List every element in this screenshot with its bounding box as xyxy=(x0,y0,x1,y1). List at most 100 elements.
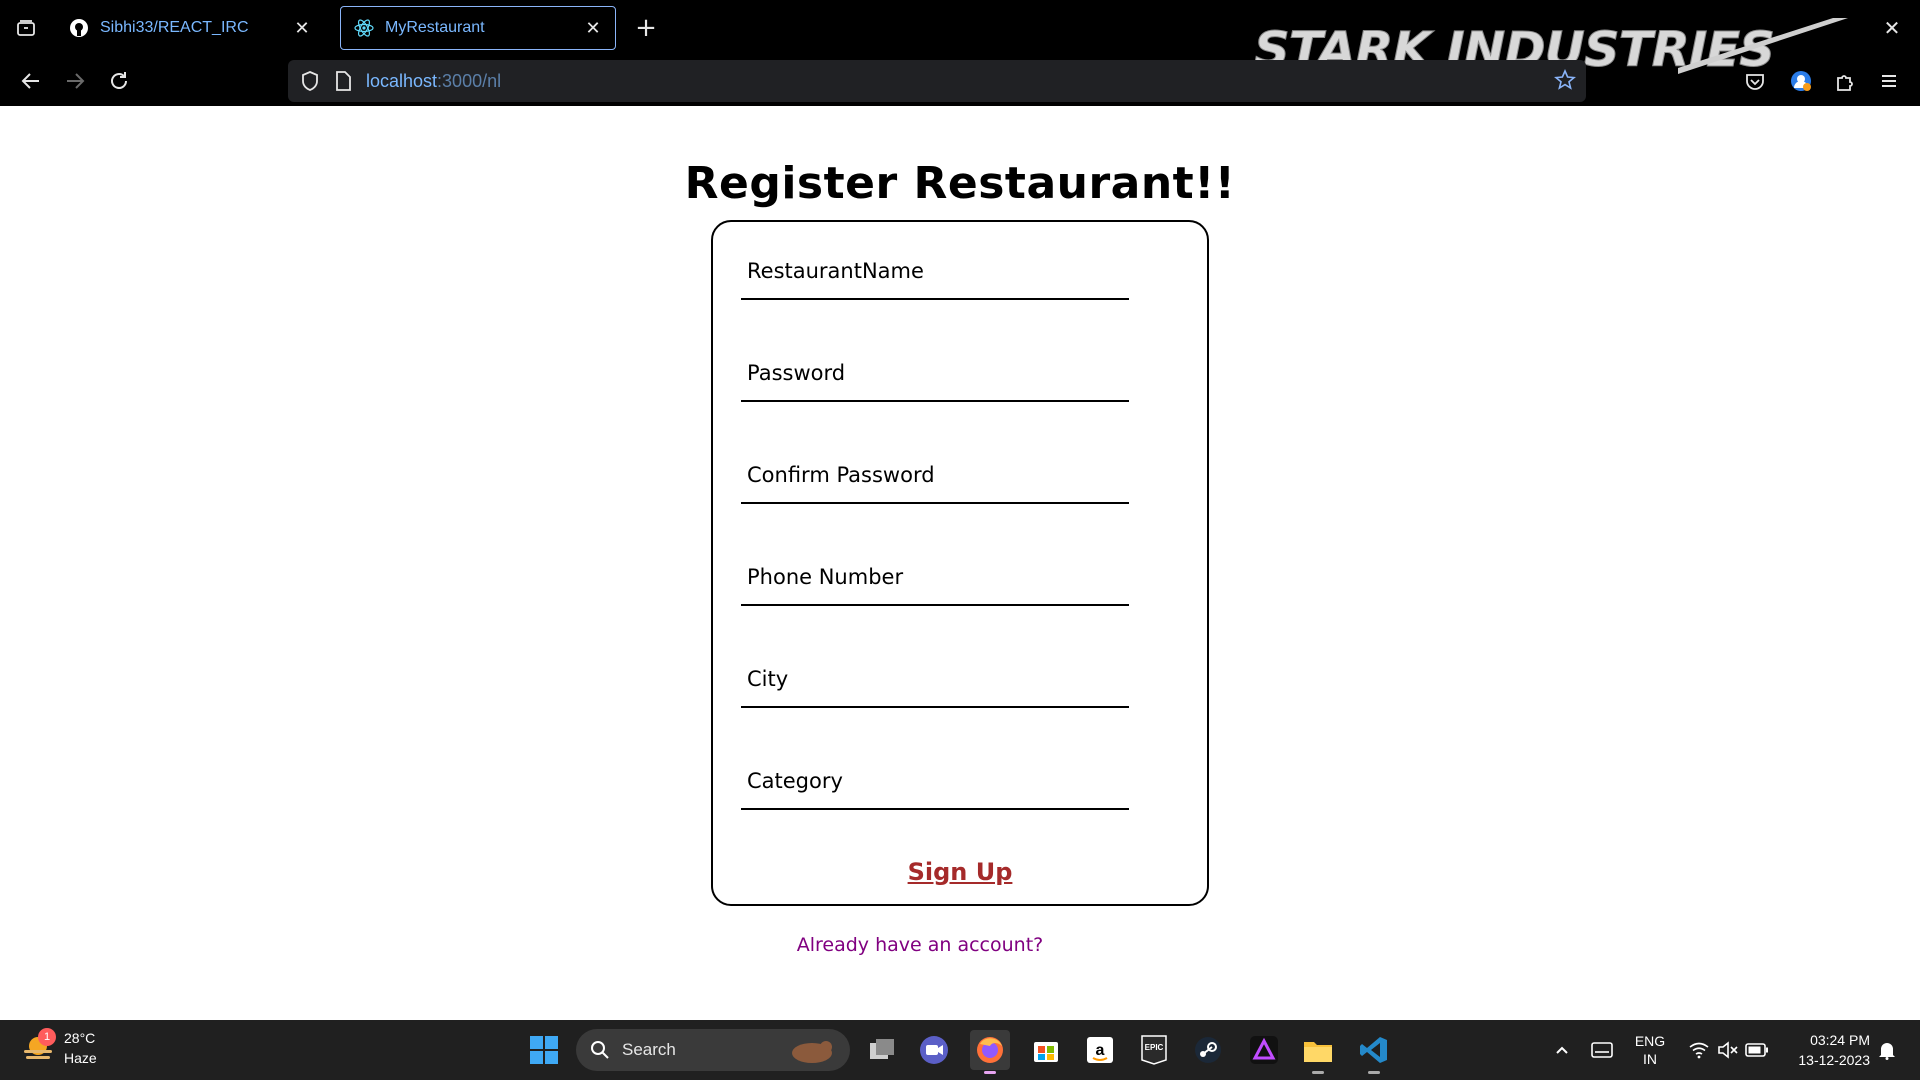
notifications-button[interactable] xyxy=(1872,1020,1902,1080)
plus-icon: + xyxy=(635,13,657,43)
phone-number-field[interactable] xyxy=(741,546,1129,606)
tab-tray-icon xyxy=(17,20,35,36)
notification-badge: 1 xyxy=(38,1028,56,1046)
shield-icon[interactable] xyxy=(300,70,320,96)
keyboard-icon xyxy=(1591,1042,1613,1058)
folder-icon xyxy=(1304,1042,1332,1062)
store-icon xyxy=(1034,1042,1058,1062)
triangle-app-icon xyxy=(1250,1036,1278,1064)
sign-up-button[interactable]: Sign Up xyxy=(908,858,1013,886)
bookmark-star-icon[interactable] xyxy=(1554,68,1576,95)
category-input[interactable] xyxy=(741,762,1129,800)
react-icon xyxy=(353,17,375,39)
vscode-button[interactable] xyxy=(1354,1030,1394,1074)
clock-time: 03:24 PM xyxy=(1810,1032,1870,1048)
back-button[interactable] xyxy=(12,62,50,100)
reload-button[interactable] xyxy=(100,62,138,100)
category-field[interactable] xyxy=(741,750,1129,810)
weather-temperature: 28°C xyxy=(64,1030,96,1046)
tab-title: MyRestaurant xyxy=(385,19,485,36)
running-indicator xyxy=(1312,1071,1324,1074)
start-button[interactable] xyxy=(524,1030,564,1070)
search-label: Search xyxy=(622,1040,676,1059)
steam-button[interactable] xyxy=(1188,1030,1228,1070)
task-view-button[interactable] xyxy=(862,1030,902,1070)
restaurant-name-field[interactable] xyxy=(741,240,1129,300)
weather-haze-icon: 1 xyxy=(20,1028,56,1066)
account-button[interactable] xyxy=(1782,62,1820,100)
page-content: Register Restaurant!! Sign Up Already ha… xyxy=(0,106,1920,1020)
hamburger-icon xyxy=(1882,75,1896,87)
battery-status[interactable] xyxy=(1742,1020,1772,1080)
navigation-bar: localhost:3000/nl xyxy=(0,56,1920,106)
task-view-icon xyxy=(870,1039,894,1059)
new-tab-button[interactable]: + xyxy=(628,10,664,46)
window-close-button[interactable]: ✕ xyxy=(1874,10,1910,46)
firefox-icon xyxy=(977,1037,1003,1063)
volume-status[interactable] xyxy=(1714,1020,1742,1080)
taskbar: 1 28°C Haze Search a EPIC ENG IN 03:24 P… xyxy=(0,1020,1920,1080)
arrow-right-icon xyxy=(67,73,85,89)
taskbar-search[interactable]: Search xyxy=(576,1029,850,1071)
region-code: IN xyxy=(1643,1051,1657,1067)
amazon-icon: a xyxy=(1087,1037,1113,1063)
file-explorer-button[interactable] xyxy=(1298,1030,1338,1074)
forward-button[interactable] xyxy=(56,62,94,100)
arrow-left-icon xyxy=(21,73,39,89)
close-icon[interactable]: ✕ xyxy=(583,18,603,39)
weather-description: Haze xyxy=(64,1050,97,1066)
epic-games-icon: EPIC xyxy=(1141,1035,1167,1065)
vscode-icon xyxy=(1360,1037,1387,1063)
wifi-icon xyxy=(1689,1042,1709,1059)
password-input[interactable] xyxy=(741,354,1129,392)
store-button[interactable] xyxy=(1026,1030,1066,1070)
search-highlight-icon xyxy=(786,1035,838,1070)
tab-overview-button[interactable] xyxy=(8,10,44,46)
page-title: Register Restaurant!! xyxy=(684,158,1236,209)
url-text[interactable]: localhost:3000/nl xyxy=(366,71,501,92)
tab-myrestaurant[interactable]: MyRestaurant ✕ xyxy=(340,6,616,50)
tab-github[interactable]: Sibhi33/REACT_IRC ✕ xyxy=(56,6,324,50)
already-have-account-link[interactable]: Already have an account? xyxy=(0,934,1840,956)
pocket-button[interactable] xyxy=(1736,62,1774,100)
active-indicator xyxy=(984,1071,996,1074)
city-input[interactable] xyxy=(741,660,1129,698)
search-icon xyxy=(591,1041,609,1059)
running-indicator xyxy=(1368,1071,1380,1074)
wifi-status[interactable] xyxy=(1684,1020,1714,1080)
windows-logo-icon xyxy=(530,1036,558,1064)
clock-date: 13-12-2023 xyxy=(1798,1052,1870,1068)
pocket-icon xyxy=(1746,74,1764,90)
phone-number-input[interactable] xyxy=(741,558,1129,596)
page-icon[interactable] xyxy=(334,70,352,96)
address-bar[interactable]: localhost:3000/nl xyxy=(288,60,1586,102)
browser-chrome: Sibhi33/REACT_IRC ✕ MyRestaurant ✕ + STA… xyxy=(0,0,1920,106)
volume-muted-icon xyxy=(1718,1041,1738,1059)
epic-games-button[interactable]: EPIC xyxy=(1134,1030,1174,1070)
tab-title: Sibhi33/REACT_IRC xyxy=(100,19,249,36)
battery-icon xyxy=(1745,1043,1768,1057)
restaurant-name-input[interactable] xyxy=(741,252,1129,290)
weather-widget[interactable]: 1 28°C Haze xyxy=(20,1028,97,1068)
clock[interactable]: 03:24 PM 13-12-2023 xyxy=(1780,1020,1870,1080)
amazon-button[interactable]: a xyxy=(1080,1030,1120,1070)
arc-app-button[interactable] xyxy=(1244,1030,1284,1070)
puzzle-icon xyxy=(1837,75,1853,91)
city-field[interactable] xyxy=(741,648,1129,708)
show-hidden-icons-button[interactable] xyxy=(1548,1020,1576,1080)
touch-keyboard-button[interactable] xyxy=(1586,1020,1618,1080)
extensions-button[interactable] xyxy=(1826,62,1864,100)
confirm-password-field[interactable] xyxy=(741,444,1129,504)
password-field[interactable] xyxy=(741,342,1129,402)
close-icon: ✕ xyxy=(1883,16,1901,40)
close-icon[interactable]: ✕ xyxy=(292,18,312,39)
language-indicator[interactable]: ENG IN xyxy=(1628,1020,1672,1080)
bell-icon xyxy=(1879,1043,1895,1060)
confirm-password-input[interactable] xyxy=(741,456,1129,494)
menu-button[interactable] xyxy=(1870,62,1908,100)
steam-icon xyxy=(1195,1037,1221,1063)
chat-app-button[interactable] xyxy=(914,1030,954,1070)
firefox-taskbar-button[interactable] xyxy=(970,1030,1010,1074)
signup-container: Sign Up xyxy=(713,858,1207,886)
register-form: Sign Up xyxy=(711,220,1209,906)
